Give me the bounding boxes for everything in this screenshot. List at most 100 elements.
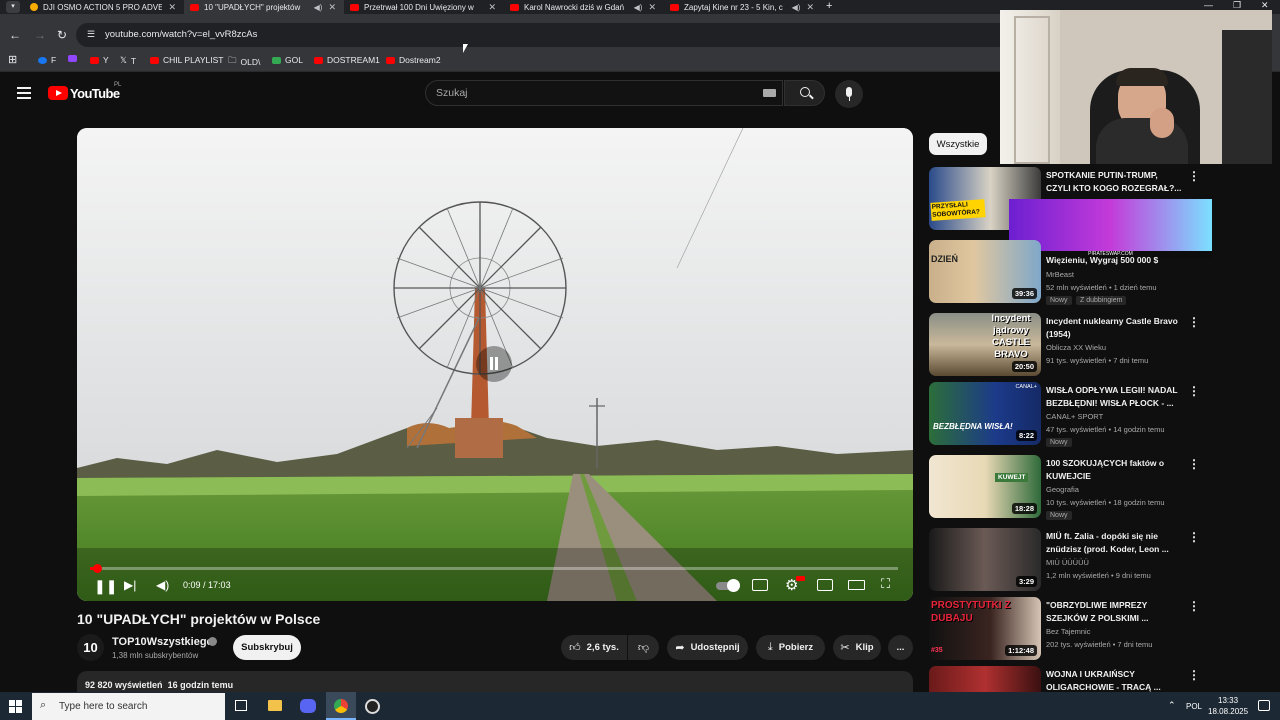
filter-chip-all[interactable]: Wszystkie bbox=[929, 133, 987, 155]
theater-mode-icon[interactable] bbox=[848, 580, 865, 590]
taskbar-clock[interactable]: 13:33 18.08.2025 bbox=[1208, 695, 1248, 717]
more-actions-button[interactable]: ... bbox=[888, 635, 913, 660]
language-indicator[interactable]: POL bbox=[1186, 702, 1202, 711]
url-text[interactable]: youtube.com/watch?v=el_vvR8zcAs bbox=[105, 29, 257, 40]
video-thumbnail[interactable]: DZIEŃ 39:36 bbox=[929, 240, 1041, 303]
task-view-icon[interactable] bbox=[235, 700, 247, 711]
more-options-icon[interactable]: ⋮ bbox=[1188, 457, 1200, 471]
video-title[interactable]: SPOTKANIE PUTIN-TRUMP, CZYLI KTO KOGO RO… bbox=[1046, 169, 1184, 195]
recommended-video[interactable]: DZIEŃ 39:36 Więzieniu, Wygraj 500 000 $ … bbox=[929, 240, 1209, 305]
close-icon[interactable]: ✕ bbox=[488, 2, 496, 13]
channel-name[interactable]: TOP10Wszystkiego bbox=[112, 636, 213, 648]
channel-name[interactable]: MrBeast bbox=[1046, 270, 1074, 279]
more-options-icon[interactable]: ⋮ bbox=[1188, 384, 1200, 398]
voice-search-mic-icon[interactable] bbox=[835, 80, 863, 108]
discord-taskbar-icon[interactable] bbox=[300, 699, 316, 713]
video-thumbnail[interactable]: 3:29 bbox=[929, 528, 1041, 591]
video-title[interactable]: MIÜ ft. Zalia - dopóki się nie znüdzisz … bbox=[1046, 530, 1184, 556]
keyboard-icon[interactable] bbox=[763, 89, 776, 97]
more-options-icon[interactable]: ⋮ bbox=[1188, 315, 1200, 329]
autoplay-toggle[interactable] bbox=[716, 579, 740, 592]
new-tab-icon[interactable]: + bbox=[826, 0, 832, 12]
menu-icon[interactable] bbox=[17, 87, 31, 99]
reload-icon[interactable]: ↻ bbox=[57, 28, 67, 42]
share-button[interactable]: ➦ Udostępnij bbox=[667, 635, 748, 660]
recommended-video[interactable]: PROSTYTUTKI Z DUBAJU #35 1:12:48 "OBRZYD… bbox=[929, 597, 1209, 661]
channel-name[interactable]: CANAL+ SPORT bbox=[1046, 412, 1103, 421]
volume-icon[interactable]: ◀) bbox=[156, 578, 169, 592]
close-icon[interactable]: ✕ bbox=[806, 2, 814, 13]
bookmark-x[interactable]: 𝕏T bbox=[120, 55, 136, 66]
browser-tab[interactable]: Karol Nawrocki dziś w Gdań ◀) ✕ bbox=[504, 0, 664, 14]
forward-arrow-icon[interactable]: → bbox=[34, 28, 46, 42]
fullscreen-icon[interactable]: ⛶ bbox=[881, 576, 890, 592]
like-button[interactable]: 👍︎ 2,6 tys. bbox=[561, 635, 627, 660]
channel-name[interactable]: Bez Tajemnic bbox=[1046, 627, 1090, 636]
recommended-video[interactable]: KUWEJT 18:28 100 SZOKUJĄCYCH faktów o KU… bbox=[929, 455, 1209, 520]
youtube-logo-text[interactable]: YouTube bbox=[70, 86, 120, 101]
browser-tab-active[interactable]: 10 "UPADŁYCH" projektów ◀) ✕ bbox=[184, 0, 344, 14]
windows-start-icon[interactable] bbox=[9, 700, 22, 713]
audio-icon[interactable]: ◀) bbox=[792, 3, 801, 12]
video-title[interactable]: WISŁA ODPŁYWA LEGII! NADAL BEZBŁĘDNI! WI… bbox=[1046, 384, 1184, 410]
show-hidden-icons-chevron[interactable]: ⌃ bbox=[1168, 700, 1176, 711]
channel-name[interactable]: Geografia bbox=[1046, 485, 1079, 494]
file-explorer-icon[interactable] bbox=[268, 700, 282, 711]
subtitles-icon[interactable] bbox=[752, 579, 768, 591]
search-button[interactable] bbox=[784, 80, 825, 106]
recommended-video[interactable]: WOJNA I UKRAIŃSCY OLIGARCHOWIE - TRACĄ .… bbox=[929, 666, 1209, 692]
youtube-logo-icon[interactable] bbox=[48, 86, 68, 100]
recommended-video[interactable]: CANAL+ BEZBŁĘDNA WISŁA! 8:22 WISŁA ODPŁY… bbox=[929, 382, 1209, 447]
back-arrow-icon[interactable]: ← bbox=[9, 28, 21, 42]
video-thumbnail[interactable]: PROSTYTUTKI Z DUBAJU #35 1:12:48 bbox=[929, 597, 1041, 660]
video-thumbnail[interactable]: KUWEJT 18:28 bbox=[929, 455, 1041, 518]
browser-tab[interactable]: Przetrwał 100 Dni Uwięziony w ✕ bbox=[344, 0, 504, 14]
more-options-icon[interactable]: ⋮ bbox=[1188, 530, 1200, 544]
video-thumbnail[interactable]: Incydent jądrowy CASTLE BRAVO 20:50 bbox=[929, 313, 1041, 376]
miniplayer-icon[interactable] bbox=[817, 579, 833, 591]
subscribe-button[interactable]: Subskrybuj bbox=[233, 635, 301, 660]
dislike-button[interactable]: 👎︎ bbox=[628, 635, 659, 660]
recommended-video[interactable]: 3:29 MIÜ ft. Zalia - dopóki się nie znüd… bbox=[929, 528, 1209, 592]
close-icon[interactable]: ✕ bbox=[168, 2, 176, 13]
progress-bar[interactable] bbox=[90, 564, 898, 573]
bookmark-youtube[interactable]: Y bbox=[90, 55, 109, 65]
channel-name[interactable]: Oblicza XX Wieku bbox=[1046, 343, 1106, 352]
browser-tab[interactable]: Zapytaj Kine nr 23 - 5 Kin, c ◀) ✕ bbox=[664, 0, 822, 14]
video-title[interactable]: Incydent nuklearny Castle Bravo (1954) bbox=[1046, 315, 1184, 341]
notifications-icon[interactable] bbox=[1258, 700, 1270, 711]
audio-icon[interactable]: ◀) bbox=[314, 3, 323, 12]
bookmark-facebook[interactable]: F bbox=[38, 55, 56, 65]
bookmark-dostream2[interactable]: Dostream2 bbox=[386, 55, 441, 65]
bookmark-gol[interactable]: GOL bbox=[272, 55, 303, 65]
video-title[interactable]: WOJNA I UKRAIŃSCY OLIGARCHOWIE - TRACĄ .… bbox=[1046, 668, 1184, 692]
site-info-icon[interactable]: ☰ bbox=[87, 29, 95, 40]
channel-name[interactable]: MIÜ ÜÜÜÜÜ bbox=[1046, 558, 1089, 567]
more-options-icon[interactable]: ⋮ bbox=[1188, 668, 1200, 682]
bookmark-chil-playlist[interactable]: CHIL PLAYLIST bbox=[150, 55, 223, 65]
video-title[interactable]: 100 SZOKUJĄCYCH faktów o KUWEJCIE bbox=[1046, 457, 1184, 483]
pause-icon[interactable]: ❚❚ bbox=[94, 578, 117, 595]
bookmark-twitch[interactable] bbox=[68, 55, 81, 62]
close-icon[interactable]: ✕ bbox=[648, 2, 656, 13]
browser-tab[interactable]: DJI OSMO ACTION 5 PRO ADVE ✕ bbox=[24, 0, 184, 14]
search-input[interactable] bbox=[425, 80, 783, 106]
video-thumbnail[interactable]: CANAL+ BEZBŁĘDNA WISŁA! 8:22 bbox=[929, 382, 1041, 445]
next-video-icon[interactable]: ▶| bbox=[124, 578, 136, 592]
video-title[interactable]: Więzieniu, Wygraj 500 000 $ bbox=[1046, 254, 1184, 267]
bookmark-dostream1[interactable]: DOSTREAM1 bbox=[314, 55, 380, 65]
recommended-video[interactable]: Incydent jądrowy CASTLE BRAVO 20:50 Incy… bbox=[929, 313, 1209, 377]
more-options-icon[interactable]: ⋮ bbox=[1188, 169, 1200, 183]
minimize-window-icon[interactable]: — bbox=[1204, 0, 1213, 10]
video-thumbnail[interactable] bbox=[929, 666, 1041, 692]
obs-taskbar-icon[interactable] bbox=[365, 699, 380, 714]
bookmark-folder-old[interactable]: 🗀 OLD\ bbox=[228, 55, 260, 69]
video-title[interactable]: "OBRZYDLIWE IMPREZY SZEJKÓW Z POLSKIMI .… bbox=[1046, 599, 1184, 625]
apps-grid-icon[interactable]: ⊞ bbox=[8, 53, 17, 66]
channel-avatar[interactable]: 10 bbox=[77, 634, 104, 661]
center-pause-icon[interactable] bbox=[476, 346, 512, 382]
clip-button[interactable]: ✂ Klip bbox=[833, 635, 881, 660]
close-icon[interactable]: ✕ bbox=[328, 2, 336, 13]
tab-list-button[interactable]: ▾ bbox=[6, 1, 20, 13]
more-options-icon[interactable]: ⋮ bbox=[1188, 599, 1200, 613]
